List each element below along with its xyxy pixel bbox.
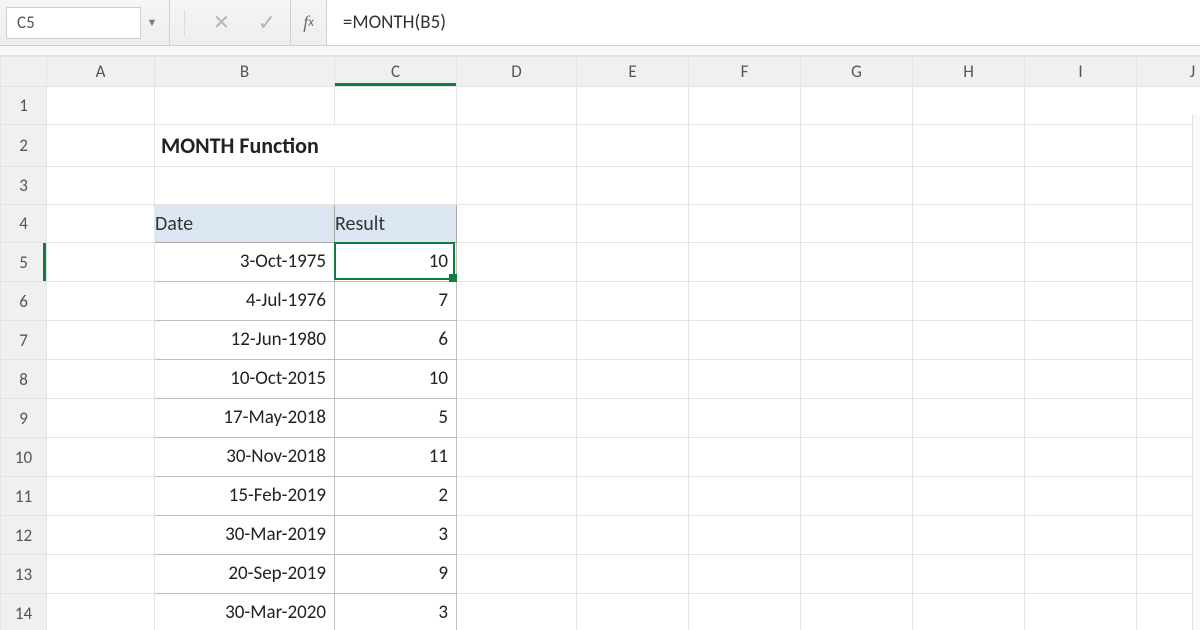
col-header-A[interactable]: A [47, 57, 155, 87]
cell-B6[interactable]: 4-Jul-1976 [155, 282, 335, 321]
col-header-J[interactable]: J [1137, 57, 1200, 87]
formula-controls: ✕ ✓ [170, 0, 291, 45]
row-header-3[interactable]: 3 [1, 167, 47, 205]
row-header-5[interactable]: 5 [1, 243, 47, 282]
row-1: 1 [1, 87, 1200, 125]
row-14: 14 30-Mar-2020 3 [1, 594, 1200, 630]
row-6: 6 4-Jul-1976 7 [1, 282, 1200, 321]
row-8: 8 10-Oct-2015 10 [1, 360, 1200, 399]
cell-B14[interactable]: 30-Mar-2020 [155, 594, 335, 630]
name-box-dropdown-icon[interactable]: ▼ [141, 16, 163, 29]
row-header-13[interactable]: 13 [1, 555, 47, 594]
divider [184, 10, 185, 36]
row-header-7[interactable]: 7 [1, 321, 47, 360]
cell-B12[interactable]: 30-Mar-2019 [155, 516, 335, 555]
row-7: 7 12-Jun-1980 6 [1, 321, 1200, 360]
cell-C7[interactable]: 6 [335, 321, 457, 360]
row-header-8[interactable]: 8 [1, 360, 47, 399]
row-header-4[interactable]: 4 [1, 205, 47, 243]
row-12: 12 30-Mar-2019 3 [1, 516, 1200, 555]
cell-B5[interactable]: 3-Oct-1975 [155, 243, 335, 282]
formula-input[interactable]: =MONTH(B5) [326, 0, 1200, 45]
column-header-row: A B C D E F G H I J [1, 57, 1200, 87]
vertical-scrollbar[interactable] [1192, 114, 1200, 630]
row-header-14[interactable]: 14 [1, 594, 47, 630]
row-3: 3 [1, 167, 1200, 205]
accept-formula-icon[interactable]: ✓ [258, 9, 276, 36]
select-all-corner[interactable] [1, 57, 47, 87]
table-header-result[interactable]: Result [335, 205, 457, 243]
cell-B10[interactable]: 30-Nov-2018 [155, 438, 335, 477]
formula-bar: C5 ▼ ✕ ✓ fx =MONTH(B5) [0, 0, 1200, 46]
row-header-6[interactable]: 6 [1, 282, 47, 321]
row-2: 2 MONTH Function [1, 125, 1200, 167]
cancel-formula-icon[interactable]: ✕ [213, 10, 230, 35]
cell-C9[interactable]: 5 [335, 399, 457, 438]
col-header-H[interactable]: H [913, 57, 1025, 87]
row-header-11[interactable]: 11 [1, 477, 47, 516]
cell-B11[interactable]: 15-Feb-2019 [155, 477, 335, 516]
row-13: 13 20-Sep-2019 9 [1, 555, 1200, 594]
worksheet-grid[interactable]: A B C D E F G H I J 1 2 MONTH Function [0, 56, 1200, 630]
sheet-table: A B C D E F G H I J 1 2 MONTH Function [0, 56, 1200, 630]
col-header-E[interactable]: E [577, 57, 689, 87]
page-title: MONTH Function [155, 126, 456, 166]
col-header-G[interactable]: G [801, 57, 913, 87]
col-header-I[interactable]: I [1025, 57, 1137, 87]
row-4: 4 Date Result [1, 205, 1200, 243]
col-header-F[interactable]: F [689, 57, 801, 87]
name-box-wrap: C5 ▼ [0, 0, 170, 45]
fx-label[interactable]: fx [291, 0, 326, 45]
col-header-B[interactable]: B [155, 57, 335, 87]
row-9: 9 17-May-2018 5 [1, 399, 1200, 438]
cell-C13[interactable]: 9 [335, 555, 457, 594]
cell-B9[interactable]: 17-May-2018 [155, 399, 335, 438]
cell-C14[interactable]: 3 [335, 594, 457, 630]
cell-C5[interactable]: 10 [335, 243, 457, 282]
cell-C8[interactable]: 10 [335, 360, 457, 399]
row-header-1[interactable]: 1 [1, 87, 47, 125]
row-header-12[interactable]: 12 [1, 516, 47, 555]
spacer-strip [0, 46, 1200, 56]
row-5: 5 3-Oct-1975 10 [1, 243, 1200, 282]
col-header-C[interactable]: C [335, 57, 457, 87]
table-header-date[interactable]: Date [155, 205, 335, 243]
cell-C12[interactable]: 3 [335, 516, 457, 555]
cell-C11[interactable]: 2 [335, 477, 457, 516]
name-box[interactable]: C5 [6, 7, 141, 39]
row-10: 10 30-Nov-2018 11 [1, 438, 1200, 477]
cell-B13[interactable]: 20-Sep-2019 [155, 555, 335, 594]
cell-B8[interactable]: 10-Oct-2015 [155, 360, 335, 399]
cell-C10[interactable]: 11 [335, 438, 457, 477]
row-header-10[interactable]: 10 [1, 438, 47, 477]
row-header-2[interactable]: 2 [1, 125, 47, 167]
cell-C6[interactable]: 7 [335, 282, 457, 321]
row-header-9[interactable]: 9 [1, 399, 47, 438]
cell-B7[interactable]: 12-Jun-1980 [155, 321, 335, 360]
row-11: 11 15-Feb-2019 2 [1, 477, 1200, 516]
col-header-D[interactable]: D [457, 57, 577, 87]
